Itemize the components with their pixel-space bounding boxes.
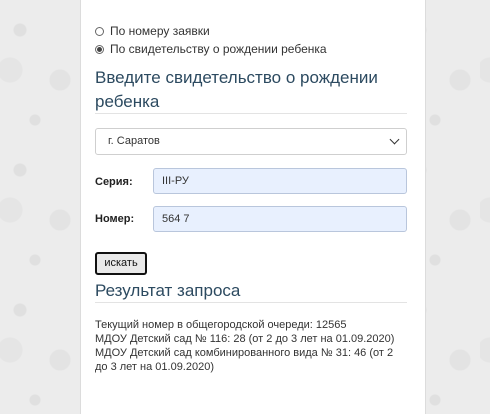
- result-line: МДОУ Детский сад комбинированного вида №…: [95, 347, 394, 359]
- series-input[interactable]: III-РУ: [153, 168, 407, 194]
- form-title: Введите свидетельство о рождении ребенка: [95, 66, 407, 114]
- form-title-line1: Введите свидетельство о рождении: [95, 68, 378, 87]
- result-line: до 3 лет на 01.09.2020): [95, 361, 214, 373]
- result-line: Текущий номер в общегородской очереди: 1…: [95, 319, 347, 331]
- radio-label: По свидетельству о рождении ребенка: [110, 42, 327, 56]
- radio-button-selected[interactable]: [95, 44, 104, 54]
- result-title: Результат запроса: [95, 281, 241, 300]
- series-label: Серия:: [95, 176, 133, 188]
- form-title-line2: ребенка: [95, 92, 160, 111]
- result-line: МДОУ Детский сад № 116: 28 (от 2 до 3 ле…: [95, 333, 395, 345]
- radio-label: По номеру заявки: [110, 24, 210, 38]
- city-select-value: г. Саратов: [108, 135, 160, 147]
- chevron-down-icon: [389, 134, 400, 145]
- radio-button[interactable]: [95, 26, 104, 36]
- number-input[interactable]: 564 7: [153, 206, 407, 232]
- radio-by-application-number[interactable]: По номеру заявки: [95, 24, 210, 38]
- radio-by-birth-certificate[interactable]: По свидетельству о рождении ребенка: [95, 42, 327, 56]
- result-divider: [95, 302, 407, 303]
- city-select[interactable]: г. Саратов: [95, 128, 407, 155]
- number-label: Номер:: [95, 213, 135, 225]
- title-divider: [95, 113, 407, 114]
- search-form-card: По номеру заявки По свидетельству о рожд…: [80, 0, 426, 414]
- search-button[interactable]: искать: [95, 252, 147, 275]
